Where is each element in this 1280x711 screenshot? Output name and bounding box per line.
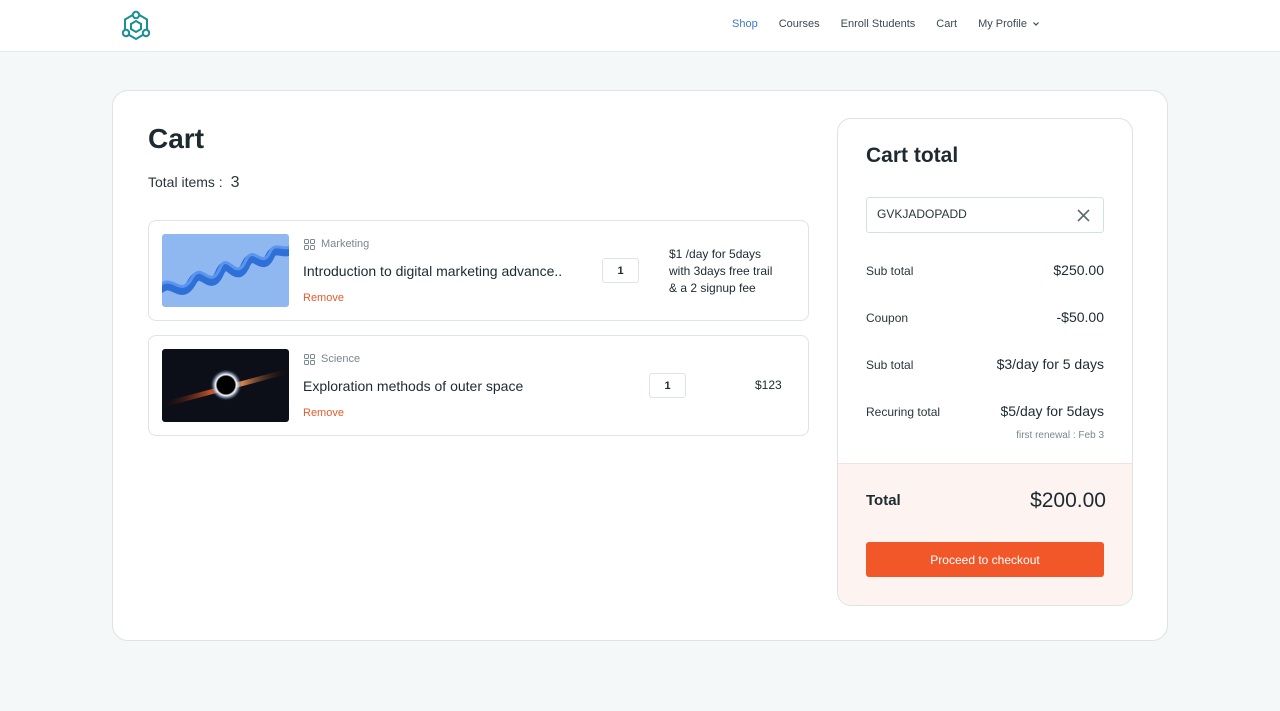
renewal-note: first renewal : Feb 3 [1016, 430, 1104, 441]
total-items-label: Total items : [148, 174, 223, 190]
course-thumbnail-science [162, 349, 289, 422]
summary-value: $5/day for 5days [1000, 403, 1104, 419]
price-line: & a 2 signup fee [669, 281, 756, 295]
category-grid-icon [304, 353, 315, 365]
category-grid-icon [304, 238, 315, 250]
close-icon[interactable] [1077, 209, 1090, 222]
chevron-down-icon [1033, 22, 1039, 26]
price-line: $1 /day for 5days [669, 247, 762, 261]
cart-item: Science Exploration methods of outer spa… [148, 335, 809, 436]
top-nav-bar: Shop Courses Enroll Students Cart My Pro… [0, 0, 1280, 52]
summary-value: $250.00 [1053, 262, 1104, 278]
quantity-input[interactable]: 1 [649, 373, 686, 398]
summary-value: $3/day for 5 days [996, 356, 1104, 372]
category-tag: Marketing [304, 238, 369, 250]
main-nav: Shop Courses Enroll Students Cart My Pro… [732, 18, 1040, 30]
course-thumbnail-marketing [162, 234, 289, 307]
category-tag: Science [304, 353, 360, 365]
course-title[interactable]: Exploration methods of outer space [303, 378, 523, 394]
remove-button[interactable]: Remove [303, 407, 344, 419]
remove-button[interactable]: Remove [303, 292, 344, 304]
nav-enroll-students[interactable]: Enroll Students [841, 18, 916, 30]
total-label: Total [866, 492, 901, 509]
summary-label: Sub total [866, 264, 914, 278]
hexagon-network-icon[interactable] [120, 10, 152, 42]
cart-card: Cart Total items : 3 Marketing Introduct… [112, 90, 1168, 641]
total-box: Total $200.00 Proceed to checkout [838, 463, 1132, 605]
summary-value: -$50.00 [1056, 309, 1104, 325]
proceed-to-checkout-button[interactable]: Proceed to checkout [866, 542, 1104, 577]
nav-courses[interactable]: Courses [779, 18, 820, 30]
summary-label: Coupon [866, 311, 909, 325]
total-items: Total items : 3 [148, 174, 240, 192]
cart-total-title: Cart total [866, 144, 959, 167]
nav-my-profile-label: My Profile [978, 18, 1027, 30]
summary-label: Recuring total [866, 405, 941, 419]
summary-label: Sub total [866, 358, 914, 372]
page-title: Cart [148, 123, 205, 154]
item-price: $123 [755, 378, 782, 392]
nav-cart[interactable]: Cart [936, 18, 957, 30]
course-title[interactable]: Introduction to digital marketing advanc… [303, 263, 562, 279]
price-line: with 3days free trail [669, 264, 773, 278]
total-value: $200.00 [1030, 489, 1106, 512]
coupon-field [866, 197, 1104, 233]
nav-my-profile[interactable]: My Profile [978, 18, 1040, 30]
category-label: Science [321, 353, 361, 365]
item-price: $1 /day for 5days with 3days free trail … [669, 246, 799, 297]
quantity-input[interactable]: 1 [602, 258, 639, 283]
category-label: Marketing [321, 238, 370, 250]
cart-total-panel: Cart total Sub total $250.00 Coupon -$50… [837, 118, 1133, 606]
cart-item: Marketing Introduction to digital market… [148, 220, 809, 321]
coupon-input[interactable] [877, 207, 1067, 221]
total-items-count: 3 [230, 174, 240, 191]
nav-shop[interactable]: Shop [732, 18, 758, 30]
